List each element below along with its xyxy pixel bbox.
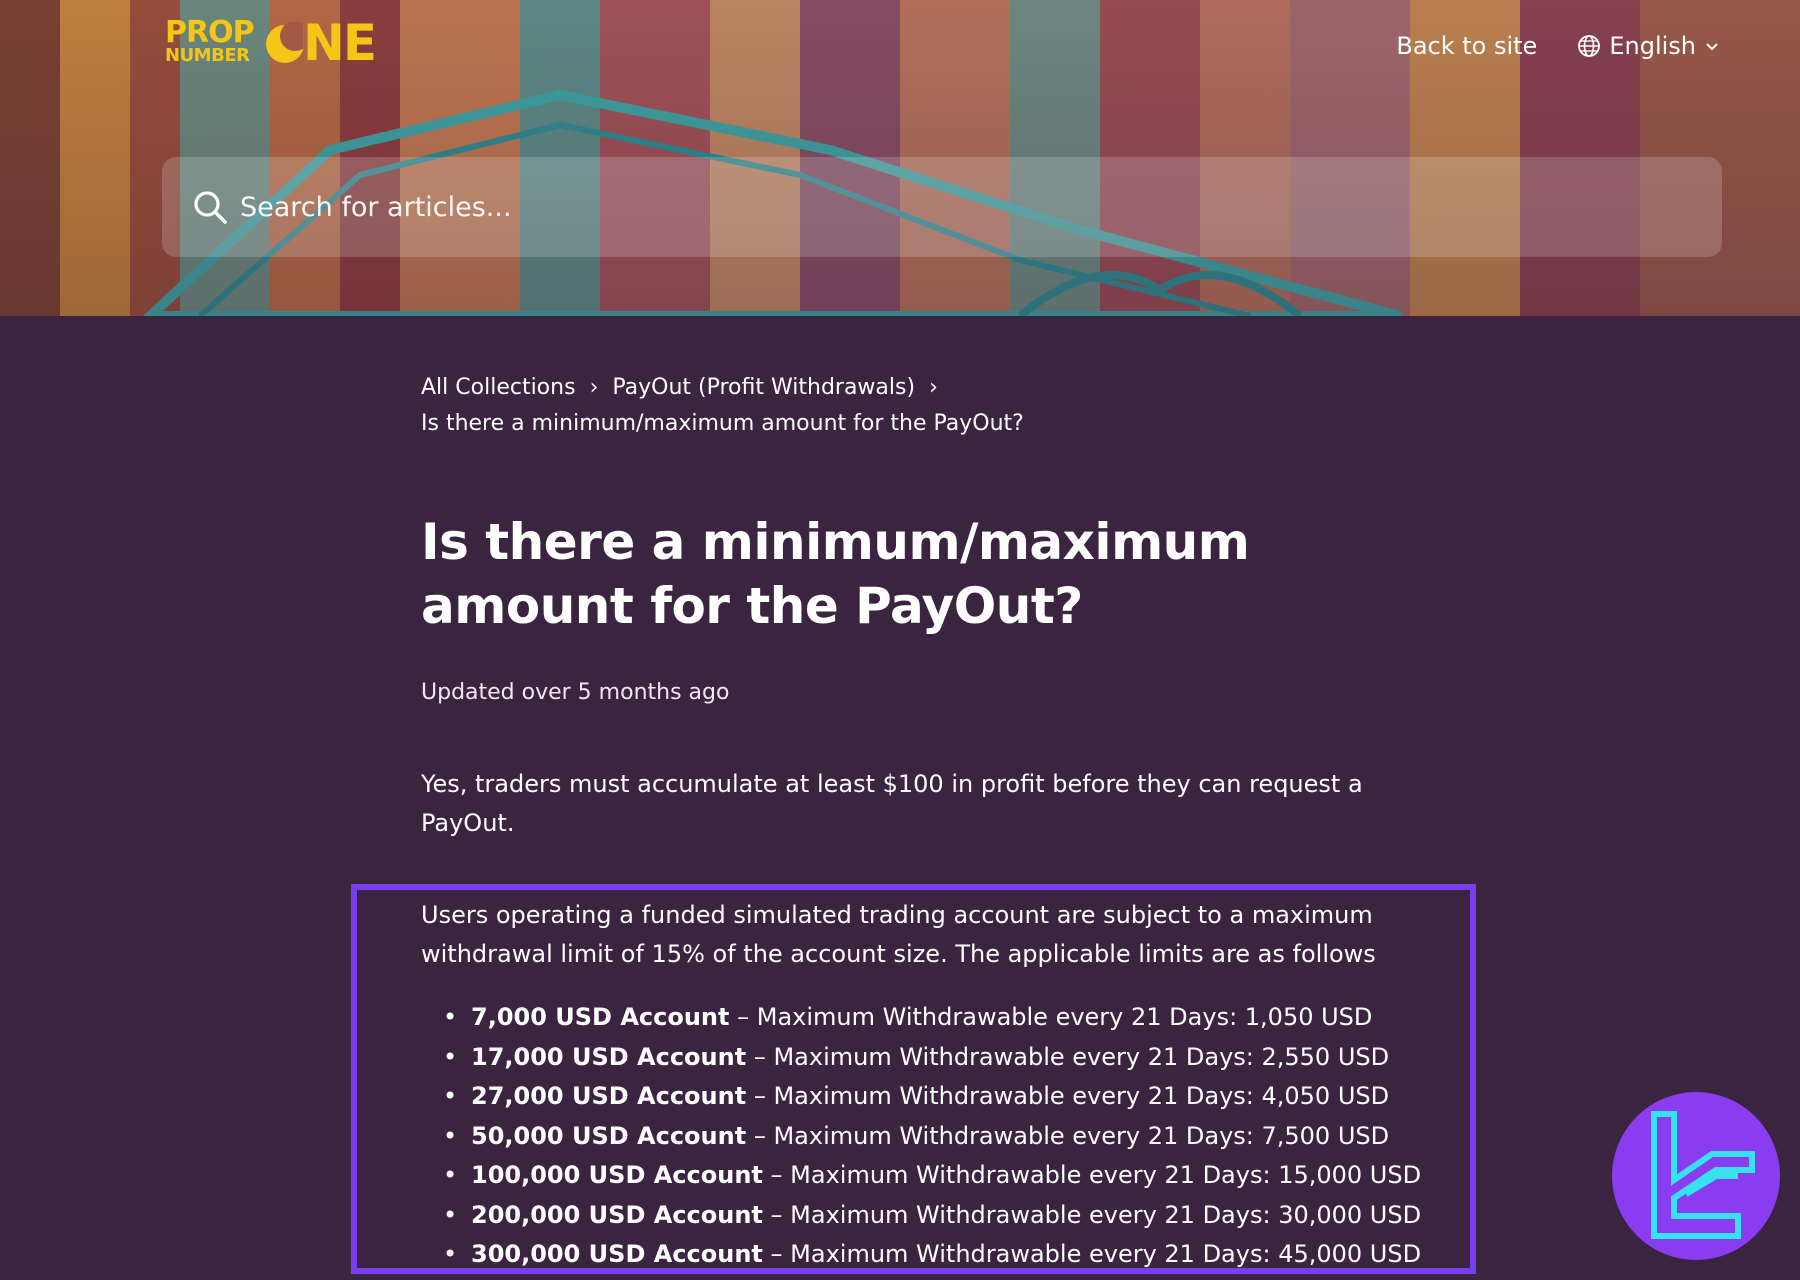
article-content: All Collections › PayOut (Profit Withdrawa…: [421, 370, 1441, 843]
limit-item: • 7,000 USD Account – Maximum Withdrawabl…: [421, 998, 1461, 1038]
top-navigation: Back to site English: [1396, 32, 1720, 60]
limit-detail: – Maximum Withdrawable every 21 Days: 45…: [770, 1240, 1422, 1268]
limit-account: 17,000 USD Account: [471, 1042, 747, 1071]
limit-account: 100,000 USD Account: [471, 1161, 763, 1189]
limit-item: • 50,000 USD Account – Maximum Withdrawab…: [421, 1117, 1461, 1157]
breadcrumb: All Collections › PayOut (Profit Withdrawa…: [421, 370, 1441, 442]
limit-item: • 27,000 USD Account – Maximum Withdrawab…: [421, 1077, 1461, 1117]
logo-prop: PROP: [165, 15, 255, 50]
limit-account: 300,000 USD Account: [471, 1240, 763, 1268]
tc-logo-icon: [1651, 1111, 1755, 1239]
limit-detail: – Maximum Withdrawable every 21 Days: 15…: [770, 1161, 1422, 1189]
intro-paragraph: Yes, traders must accumulate at least $1…: [421, 770, 1363, 837]
breadcrumb-separator: ›: [589, 375, 599, 400]
article-title: Is there a minimum/maximum amount for th…: [421, 513, 1250, 635]
limit-detail: – Maximum Withdrawable every 21 Days: 2,…: [753, 1042, 1390, 1071]
logo-number: NUMBER: [165, 45, 250, 66]
limit-detail: – Maximum Withdrawable every 21 Days: 4,…: [753, 1082, 1390, 1110]
bullet: •: [443, 1121, 458, 1150]
header-banner: PROP NUMBER NE Back to site English: [0, 0, 1800, 316]
limit-account: 200,000 USD Account: [471, 1200, 763, 1229]
limits-intro-paragraph: Users operating a funded simulated tradi…: [421, 901, 1376, 968]
tc-logo-badge[interactable]: [1612, 1092, 1780, 1260]
limit-detail: – Maximum Withdrawable every 21 Days: 7,…: [753, 1121, 1390, 1150]
limit-item: • 300,000 USD Account – Maximum Withdrawa…: [421, 1235, 1461, 1275]
logo-ne: NE: [303, 14, 377, 72]
breadcrumb-current: Is there a minimum/maximum amount for th…: [421, 411, 1024, 436]
limit-account: 7,000 USD Account: [471, 1003, 730, 1031]
bullet: •: [443, 1003, 458, 1031]
limit-item: • 200,000 USD Account – Maximum Withdrawa…: [421, 1196, 1461, 1236]
search-bar[interactable]: [162, 157, 1722, 257]
search-input[interactable]: [238, 176, 1642, 238]
bullet: •: [443, 1082, 458, 1110]
logo-moon-icon: [266, 22, 303, 63]
bullet: •: [443, 1161, 458, 1189]
limit-detail: – Maximum Withdrawable every 21 Days: 1,…: [737, 1003, 1373, 1031]
limit-account: 50,000 USD Account: [471, 1121, 747, 1150]
breadcrumb-all-collections[interactable]: All Collections: [421, 375, 576, 400]
limit-item: • 100,000 USD Account – Maximum Withdrawa…: [421, 1156, 1461, 1196]
globe-icon: [1578, 35, 1601, 57]
bullet: •: [443, 1042, 458, 1071]
limit-account: 27,000 USD Account: [471, 1082, 747, 1110]
chevron-down-icon: [1706, 43, 1718, 51]
logo[interactable]: PROP NUMBER NE: [165, 14, 395, 72]
limits-list: • 7,000 USD Account – Maximum Withdrawabl…: [421, 998, 1461, 1275]
back-to-site-link[interactable]: Back to site: [1396, 32, 1537, 60]
bullet: •: [443, 1200, 458, 1229]
breadcrumb-payout[interactable]: PayOut (Profit Withdrawals): [612, 375, 915, 400]
updated-timestamp: Updated over 5 months ago: [421, 680, 730, 705]
language-label: English: [1609, 32, 1696, 60]
search-icon: [194, 191, 227, 224]
limit-detail: – Maximum Withdrawable every 21 Days: 30…: [770, 1200, 1422, 1229]
limit-item: • 17,000 USD Account – Maximum Withdrawab…: [421, 1038, 1461, 1078]
language-selector[interactable]: English: [1577, 32, 1720, 60]
breadcrumb-separator: ›: [929, 375, 938, 400]
bullet: •: [443, 1240, 458, 1268]
